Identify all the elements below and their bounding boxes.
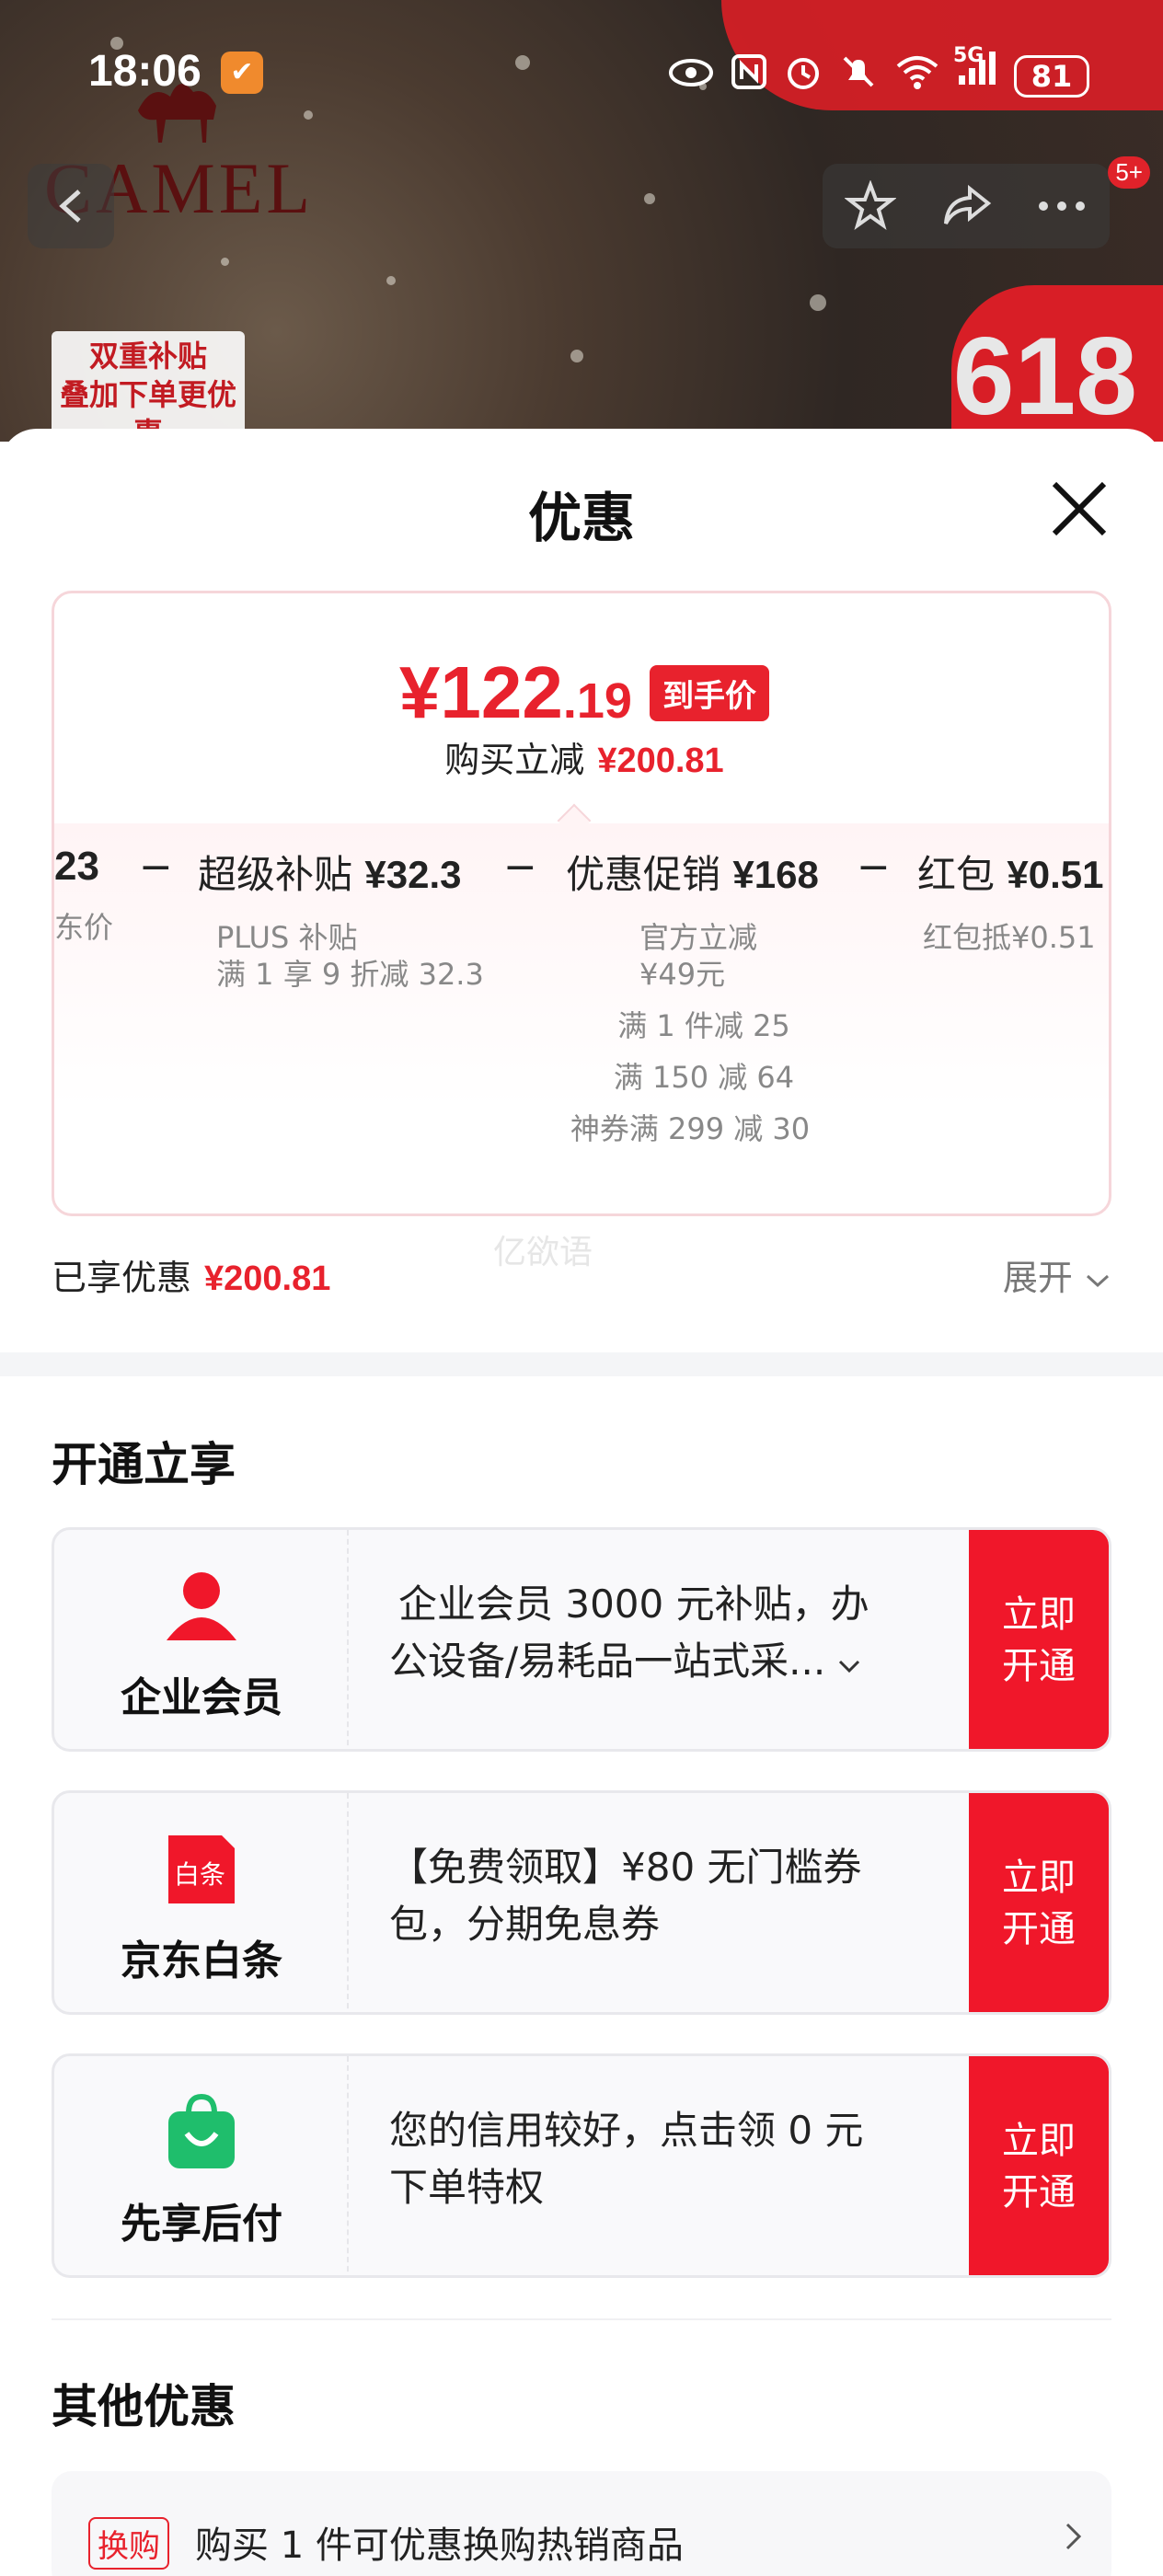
status-time: 18:06 [88,47,202,96]
enjoyed-amount: ¥200.81 [204,1259,331,1298]
battery-indicator: 81 [1014,54,1089,98]
reduce-label: 购买立减 [444,740,585,780]
activate-button[interactable]: 立即 开通 [969,2056,1109,2275]
eye-icon [668,55,714,98]
breakdown-item: 优惠促销 ¥168 官方立减 ¥49元 满 1 件减 25 满 150 减 64… [566,844,842,1150]
breakdown-head: 红包 ¥0.51 [917,852,1104,897]
breakdown-item: 超级补贴 ¥32.3 PLUS 补贴 满 1 享 9 折减 32.3 [198,844,484,995]
open-section-title: 开通立享 [52,1438,236,1491]
chevron-down-icon[interactable] [836,1658,862,1674]
close-button[interactable] [1047,477,1111,541]
alarm-icon [784,52,823,100]
breakdown-item: 23 东价 [54,844,113,949]
breakdown-sub: 官方立减 ¥49元 满 1 件减 25 满 150 减 64 神券满 299 减… [570,920,811,1146]
subsidy-badge: 双重补贴 叠加下单更优惠 [52,331,245,442]
activate-button[interactable]: 立即 开通 [969,1793,1109,2012]
subsidy-line-1: 双重补贴 [88,339,207,374]
top-actions [823,164,1110,248]
service-brand: 白条 京东白条 [54,1793,349,2012]
service-card-paylater[interactable]: 先享后付 您的信用较好，点击领 0 元 下单特权 立即 开通 [52,2053,1111,2278]
promo-618-label: 618 [952,315,1137,438]
nfc-icon [731,53,767,99]
breakdown-amount: 23 [54,844,99,889]
breakdown-sub: 东价 [54,910,114,945]
chevron-right-icon [1065,2523,1082,2550]
breakdown-sub: PLUS 补贴 满 1 享 9 折减 32.3 [216,920,484,992]
minus-sign: − [503,844,537,891]
back-button[interactable] [28,164,114,248]
service-brand: 先享后付 [54,2056,349,2275]
network-type: 5G [953,44,985,67]
other-section-title: 其他优惠 [52,2380,236,2433]
close-icon [1052,481,1107,536]
final-price-dec: .19 [562,673,632,729]
share-icon [944,184,992,224]
service-name: 先享后付 [121,2201,282,2248]
sheet-title: 优惠 [527,487,635,549]
price-breakdown-card: ¥122.19 到手价 购买立减 ¥200.81 23 东价 − 超级补贴 ¥32… [52,591,1111,1216]
enjoyed-label: 已享优惠 [52,1258,192,1298]
reduce-row: 购买立减 ¥200.81 [54,731,1109,782]
final-price-row: ¥122.19 到手价 [54,650,1109,735]
more-button[interactable] [1025,169,1099,243]
service-brand: 企业会员 [54,1530,349,1749]
final-price-tag: 到手价 [650,664,770,721]
service-name: 京东白条 [121,1938,282,1984]
mute-icon [839,52,878,100]
reduce-amount: ¥200.81 [597,742,724,780]
expand-toggle[interactable]: 展开 [1003,1249,1111,1300]
breakdown-sub: 红包抵¥0.51 [923,920,1096,955]
chevron-down-icon [1086,1274,1110,1288]
service-desc: 您的信用较好，点击领 0 元 下单特权 [389,2108,864,2210]
more-count-badge: 5+ [1108,156,1150,189]
breakdown-item: 红包 ¥0.51 红包抵¥0.51 [917,844,1103,959]
activate-button[interactable]: 立即 开通 [969,1530,1109,1749]
breakdown-scroller[interactable]: 23 东价 − 超级补贴 ¥32.3 PLUS 补贴 满 1 享 9 折减 32… [54,844,1109,1212]
watermark: 亿欲语 [493,1234,593,1271]
enjoyed-discount: 已享优惠 ¥200.81 [52,1249,330,1300]
minus-sign: − [857,844,891,891]
minus-sign: − [139,844,173,891]
final-price: ¥122.19 [399,651,632,733]
status-bar: 18:06 ✔ 5G 81 [0,0,1163,138]
section-divider-line [52,2318,1111,2320]
favorite-button[interactable] [834,169,907,243]
status-icons: 5G 81 [668,44,1089,102]
service-desc: 企业会员 3000 元补贴，办 公设备/易耗品一站式采... [389,1581,869,1684]
signal-icon: 5G [953,44,997,102]
shopping-bag-icon [168,2093,235,2168]
baitiao-icon: 白条 [168,1835,235,1903]
share-button[interactable] [929,169,1003,243]
discount-sheet: 优惠 ¥122.19 到手价 购买立减 ¥200.81 23 东价 − 超级补贴 … [0,429,1163,2576]
trade-in-tag: 换购 [88,2517,169,2570]
breakdown-head: 优惠促销 ¥168 [566,852,819,897]
app-notification-icon: ✔ [221,52,263,94]
wifi-icon [894,53,940,99]
svg-text:白条: 白条 [174,1859,225,1890]
section-divider [0,1352,1163,1376]
chevron-left-icon [59,190,81,223]
more-dots-icon [1039,201,1085,211]
final-price-int: ¥122 [398,651,563,733]
star-icon [845,180,896,230]
service-name: 企业会员 [121,1674,282,1721]
pointer-arrow [557,803,592,838]
service-desc: 【免费领取】¥80 无门槛券 包，分期免息券 [389,1845,862,1947]
trade-in-row[interactable]: 换购 购买 1 件可优惠换购热销商品 [52,2471,1111,2576]
user-icon [167,1572,236,1640]
trade-in-text: 购买 1 件可优惠换购热销商品 [195,2524,684,2567]
service-card-enterprise[interactable]: 企业会员 企业会员 3000 元补贴，办 公设备/易耗品一站式采... 立即 开… [52,1527,1111,1752]
expand-label: 展开 [1002,1258,1073,1298]
service-card-baitiao[interactable]: 白条 京东白条 【免费领取】¥80 无门槛券 包，分期免息券 立即 开通 [52,1790,1111,2015]
breakdown-head: 超级补贴 ¥32.3 [198,852,462,897]
